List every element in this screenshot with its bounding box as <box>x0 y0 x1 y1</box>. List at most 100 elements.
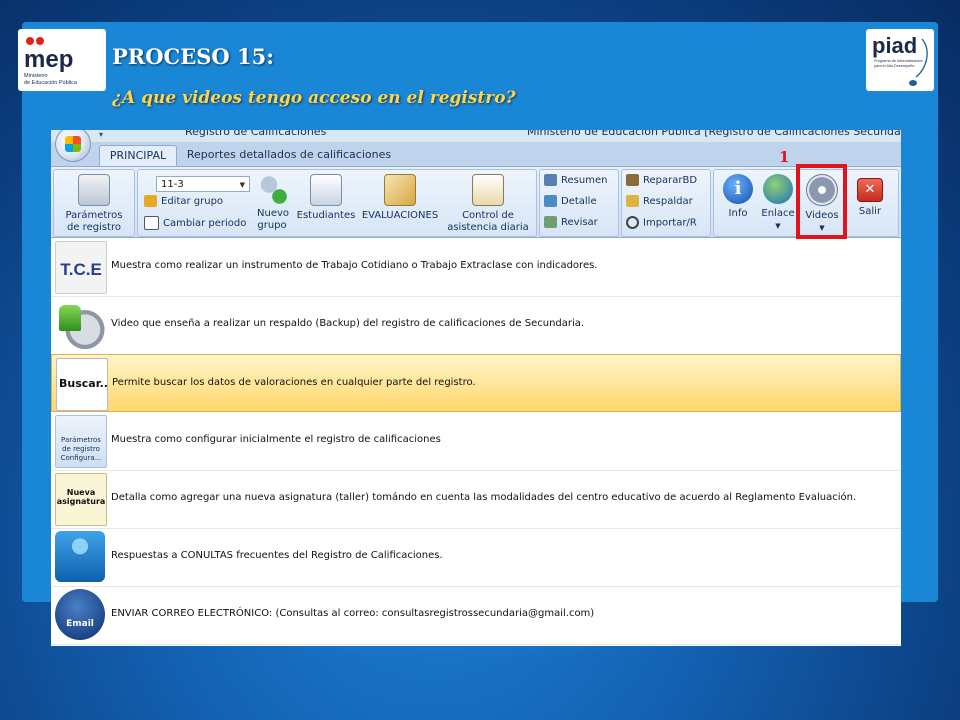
detalle-button[interactable]: Detalle <box>544 195 597 208</box>
editar-grupo-label: Editar grupo <box>161 196 224 207</box>
quick-access-arrow-icon[interactable]: ▾ <box>99 130 103 139</box>
resumen-button[interactable]: Resumen <box>544 174 607 187</box>
respaldar-button[interactable]: Respaldar <box>626 195 693 208</box>
video-item[interactable]: Buscar.. Permite buscar los datos de val… <box>51 354 901 412</box>
svg-text:de Educación Pública: de Educación Pública <box>24 80 78 86</box>
tab-principal[interactable]: PRINCIPAL <box>99 145 177 166</box>
nuevo-grupo-label: Nuevo grupo <box>257 208 290 231</box>
control-asistencia-button[interactable]: Control de asistencia diaria <box>444 174 532 234</box>
email-icon: Email <box>55 589 105 640</box>
group-registro: 11-3 ▼ Editar grupo Cambiar periodo Nuev… <box>137 169 537 237</box>
group-reportes: Resumen Detalle Revisar <box>539 169 619 237</box>
resumen-label: Resumen <box>561 175 608 186</box>
video-description: Video que enseña a realizar un respaldo … <box>111 318 585 329</box>
evaluaciones-button[interactable]: EVALUACIONES <box>358 174 442 222</box>
parametros-button[interactable]: Parámetros de registro <box>58 174 130 234</box>
video-item[interactable]: T.C.E Muestra como realizar un instrumen… <box>51 238 901 297</box>
video-description: Muestra como configurar inicialmente el … <box>111 434 441 445</box>
group-herramientas: RepararBD Respaldar Importar/R <box>621 169 711 237</box>
refresh-icon <box>626 216 639 229</box>
estudiantes-button[interactable]: Estudiantes <box>294 174 358 222</box>
piad-logo: piad Programa de Informatización para el… <box>866 29 934 91</box>
detalle-label: Detalle <box>561 196 597 207</box>
revisar-label: Revisar <box>561 217 598 228</box>
ribbon: Parámetros de registro 11-3 ▼ Editar gru… <box>51 167 901 238</box>
search-thumb-text: Buscar.. <box>59 377 108 390</box>
slide-title: PROCESO 15: <box>112 44 275 69</box>
importar-label: Importar/R <box>643 217 697 229</box>
new-subject-thumb-text: Nueva asignatura <box>56 488 106 506</box>
backup-icon <box>626 195 639 207</box>
importar-button[interactable]: Importar/R <box>626 216 697 230</box>
slide-subtitle: ¿A que videos tengo acceso en el registr… <box>112 88 516 108</box>
svg-text:piad: piad <box>872 33 917 58</box>
parametros-label: Parámetros de registro <box>65 210 123 233</box>
mep-logo: mep Ministerio de Educación Pública <box>18 29 106 91</box>
group-combo-value: 11-3 <box>161 179 184 190</box>
globe-link-icon <box>763 174 793 204</box>
detail-icon <box>544 195 557 207</box>
reparar-bd-button[interactable]: RepararBD <box>626 174 697 187</box>
info-icon: i <box>723 174 753 204</box>
video-item[interactable]: Parámetros de registro Configura... Mues… <box>51 412 901 471</box>
close-icon: ✕ <box>857 178 883 202</box>
enlace-label: Enlace <box>761 208 795 219</box>
estudiantes-label: Estudiantes <box>296 210 356 221</box>
tce-thumbnail-icon: T.C.E <box>55 241 107 294</box>
window-titlebar: Registro de Calificaciones Ministerio de… <box>51 130 901 142</box>
revisar-button[interactable]: Revisar <box>544 216 598 229</box>
video-item[interactable]: Email ENVIAR CORREO ELECTRÓNICO: (Consul… <box>51 586 901 645</box>
video-description: Respuestas a CONULTAS frecuentes del Reg… <box>111 550 443 561</box>
info-button[interactable]: i Info <box>718 174 758 220</box>
salir-button[interactable]: ✕ Salir <box>848 174 892 218</box>
svg-text:mep: mep <box>24 46 73 73</box>
svg-text:Programa de Informatización: Programa de Informatización <box>874 59 923 63</box>
edit-group-icon <box>144 195 157 207</box>
video-item[interactable]: Respuestas a CONULTAS frecuentes del Reg… <box>51 528 901 587</box>
video-item[interactable]: Nueva asignatura Detalla como agregar un… <box>51 470 901 529</box>
ribbon-tab-row: PRINCIPAL Reportes detallados de calific… <box>51 142 901 167</box>
video-description: Detalla como agregar una nueva asignatur… <box>111 492 857 503</box>
email-thumb-text: Email <box>66 619 94 629</box>
window-title-left: Registro de Calificaciones <box>185 130 327 138</box>
summary-icon <box>544 174 557 186</box>
control-asistencia-label: Control de asistencia diaria <box>447 210 529 233</box>
parametros-icon <box>78 174 110 206</box>
svg-text:Ministerio: Ministerio <box>24 73 48 79</box>
backup-disk-icon <box>55 299 105 350</box>
respaldar-label: Respaldar <box>643 196 693 207</box>
video-item[interactable]: Video que enseña a realizar un respaldo … <box>51 296 901 355</box>
cambiar-periodo-label: Cambiar periodo <box>163 218 247 229</box>
students-icon <box>310 174 342 206</box>
step-marker: 1 <box>779 148 790 166</box>
nuevo-grupo-button[interactable]: Nuevo grupo <box>252 174 292 232</box>
faq-person-icon <box>55 531 105 582</box>
evaluaciones-label: EVALUACIONES <box>361 210 439 221</box>
parameters-thumb-text: Parámetros de registro Configura... <box>60 436 102 462</box>
enlace-dropdown-icon: ▼ <box>775 222 781 230</box>
group-combo[interactable]: 11-3 ▼ <box>156 176 250 192</box>
info-label: Info <box>728 208 748 219</box>
videos-highlight-box <box>796 164 847 239</box>
video-description: Permite buscar los datos de valoraciones… <box>112 377 476 388</box>
cambiar-periodo-button[interactable]: Cambiar periodo <box>144 216 246 230</box>
salir-label: Salir <box>858 206 882 217</box>
svg-text:para el Alto Desempeño: para el Alto Desempeño <box>874 64 915 68</box>
evaluations-icon <box>384 174 416 206</box>
chevron-down-icon: ▼ <box>239 181 245 189</box>
new-subject-thumbnail-icon: Nueva asignatura <box>55 473 107 526</box>
enlace-button[interactable]: Enlace ▼ <box>758 174 798 232</box>
tce-thumb-text: T.C.E <box>60 260 102 279</box>
search-thumbnail-icon: Buscar.. <box>56 358 108 411</box>
window-title-right: Ministerio de Educación Pública [Registr… <box>527 130 901 138</box>
video-description: Muestra como realizar un instrumento de … <box>111 260 598 271</box>
tab-reportes[interactable]: Reportes detallados de calificaciones <box>179 145 399 165</box>
review-icon <box>544 216 557 228</box>
parameters-thumbnail-icon: Parámetros de registro Configura... <box>55 415 107 468</box>
group-parametros: Parámetros de registro <box>53 169 135 237</box>
attendance-calendar-icon <box>472 174 504 206</box>
editar-grupo-button[interactable]: Editar grupo <box>144 195 223 208</box>
reparar-bd-label: RepararBD <box>643 175 698 186</box>
add-user-icon <box>257 174 287 204</box>
repair-tools-icon <box>626 174 639 186</box>
